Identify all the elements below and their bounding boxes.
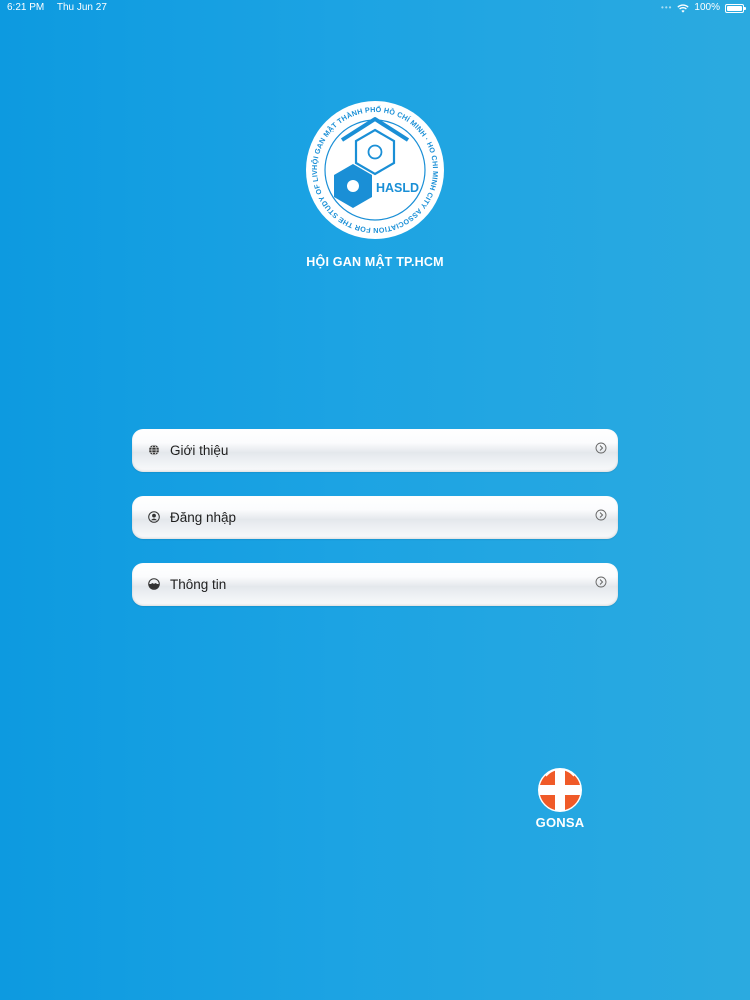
signal-dots-icon: ••• xyxy=(661,3,673,12)
brand-name: GONSA xyxy=(535,815,585,830)
menu-label: Đăng nhập xyxy=(170,510,237,525)
status-date: Thu Jun 27 xyxy=(56,2,107,13)
user-icon xyxy=(148,511,160,523)
status-bar: 6:21 PM Thu Jun 27 ••• 100% xyxy=(0,0,750,16)
info-circle-icon xyxy=(148,578,160,590)
chevron-right-circle-icon xyxy=(595,442,607,454)
seal-abbreviation: HASLD xyxy=(376,181,419,195)
chevron-right-circle-icon xyxy=(595,509,607,521)
status-right: ••• 100% xyxy=(661,0,746,16)
app-title: HỘI GAN MẬT TP.HCM xyxy=(306,255,444,269)
battery-percent: 100% xyxy=(694,2,720,13)
battery-icon xyxy=(725,3,746,13)
menu-button-gioi-thieu[interactable]: Giới thiệu xyxy=(132,429,618,472)
gonsa-brand-logo: GONSA xyxy=(528,766,592,830)
globe-icon xyxy=(149,444,159,456)
gonsa-logo-icon xyxy=(538,768,582,812)
hasld-seal-icon: HỘI GAN MẬT THÀNH PHỐ HỒ CHÍ MINH · HO C… xyxy=(302,93,444,239)
menu-button-dang-nhap[interactable]: Đăng nhập xyxy=(132,496,618,539)
wifi-icon xyxy=(677,3,690,13)
chevron-right-circle-icon xyxy=(595,576,607,588)
status-time: 6:21 PM xyxy=(7,2,45,13)
association-logo: HỘI GAN MẬT THÀNH PHỐ HỒ CHÍ MINH · HO C… xyxy=(302,93,445,240)
menu-button-thong-tin[interactable]: Thông tin xyxy=(132,563,618,606)
status-left: 6:21 PM Thu Jun 27 xyxy=(7,0,117,16)
menu-label: Giới thiệu xyxy=(170,443,229,458)
menu-label: Thông tin xyxy=(170,577,227,592)
